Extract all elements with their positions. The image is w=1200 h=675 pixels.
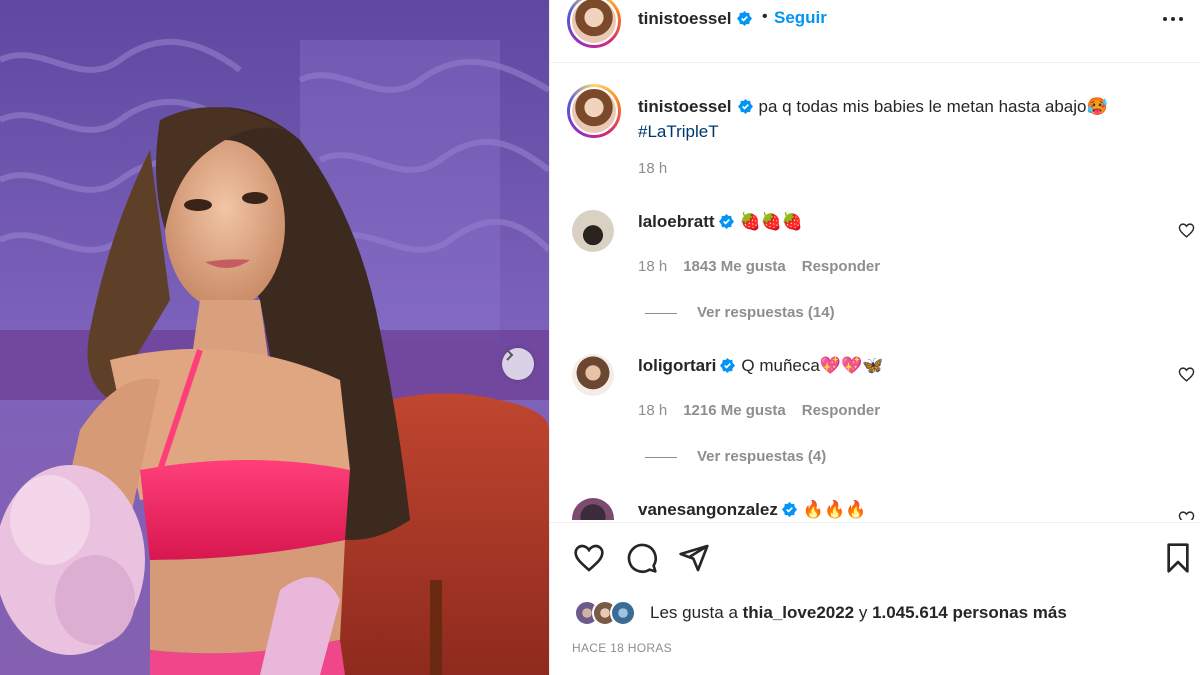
comment-icon[interactable] (626, 542, 658, 574)
post-image (0, 0, 549, 675)
like-comment-heart-icon[interactable] (1178, 510, 1195, 520)
verified-badge-icon (737, 99, 753, 114)
comment-text: 🔥🔥🔥 (802, 500, 867, 519)
verified-badge-icon (781, 502, 797, 517)
save-bookmark-icon[interactable] (1164, 542, 1192, 574)
comment-username[interactable]: laloebratt (638, 212, 715, 231)
actions-divider (550, 522, 1200, 523)
likers-avatars (574, 600, 644, 626)
replies-line (645, 456, 677, 458)
comment-likes[interactable]: 1216 Me gusta (683, 402, 786, 419)
more-options-icon[interactable] (1160, 8, 1186, 30)
like-comment-heart-icon[interactable] (1178, 222, 1195, 239)
likes-prefix: Les gusta a (650, 603, 743, 622)
comment-text: 🍓🍓🍓 (739, 212, 804, 231)
comment-likes[interactable]: 1843 Me gusta (683, 258, 786, 275)
author-avatar[interactable] (567, 0, 621, 48)
comment-text: Q muñeca💖💖🦋 (741, 356, 884, 375)
comment-avatar[interactable] (572, 354, 614, 396)
follow-button[interactable]: Seguir (774, 8, 827, 28)
likes-summary[interactable]: Les gusta a thia_love2022 y 1.045.614 pe… (574, 600, 1184, 626)
post-header: tinistoessel • Seguir (550, 0, 1200, 50)
comment-avatar[interactable] (572, 498, 614, 520)
next-photo-button[interactable] (502, 348, 534, 380)
liker-avatar (610, 600, 636, 626)
view-replies-label: Ver respuestas (4) (697, 448, 827, 465)
like-comment-heart-icon[interactable] (1178, 366, 1195, 383)
caption-hashtag[interactable]: #LaTripleT (638, 122, 719, 141)
comment-username[interactable]: vanesangonzalez (638, 500, 778, 519)
caption-time[interactable]: 18 h (638, 160, 667, 177)
post-photo[interactable] (0, 0, 549, 675)
comments-list[interactable]: tinistoessel pa q todas mis babies le met… (550, 62, 1200, 520)
likes-count[interactable]: 1.045.614 personas más (872, 603, 1067, 622)
verified-badge-icon (720, 358, 736, 373)
reply-button[interactable]: Responder (802, 258, 880, 275)
replies-line (645, 312, 677, 314)
comment-avatar[interactable] (572, 210, 614, 252)
post-date[interactable]: HACE 18 HORAS (572, 641, 672, 655)
chevron-right-icon (506, 349, 514, 361)
view-replies-button[interactable]: Ver respuestas (4) (645, 448, 826, 465)
like-heart-icon[interactable] (572, 542, 606, 574)
header-separator: • (762, 8, 768, 25)
caption-username[interactable]: tinistoessel (638, 97, 732, 116)
caption-avatar[interactable] (567, 84, 621, 138)
likes-middle: y (854, 603, 873, 622)
view-replies-label: Ver respuestas (14) (697, 304, 835, 321)
view-replies-button[interactable]: Ver respuestas (14) (645, 304, 835, 321)
post-actions (550, 540, 1200, 580)
caption-text: pa q todas mis babies le metan hasta aba… (758, 97, 1108, 116)
author-username[interactable]: tinistoessel (638, 9, 732, 29)
comment-time[interactable]: 18 h (638, 402, 667, 419)
verified-badge-icon (737, 11, 752, 26)
post-details-panel: tinistoessel • Seguir tinistoessel pa q t… (550, 0, 1200, 675)
reply-button[interactable]: Responder (802, 402, 880, 419)
verified-badge-icon (718, 214, 734, 229)
share-send-icon[interactable] (678, 542, 710, 574)
comment-time[interactable]: 18 h (638, 258, 667, 275)
comment-username[interactable]: loligortari (638, 356, 716, 375)
liker-username[interactable]: thia_love2022 (743, 603, 855, 622)
